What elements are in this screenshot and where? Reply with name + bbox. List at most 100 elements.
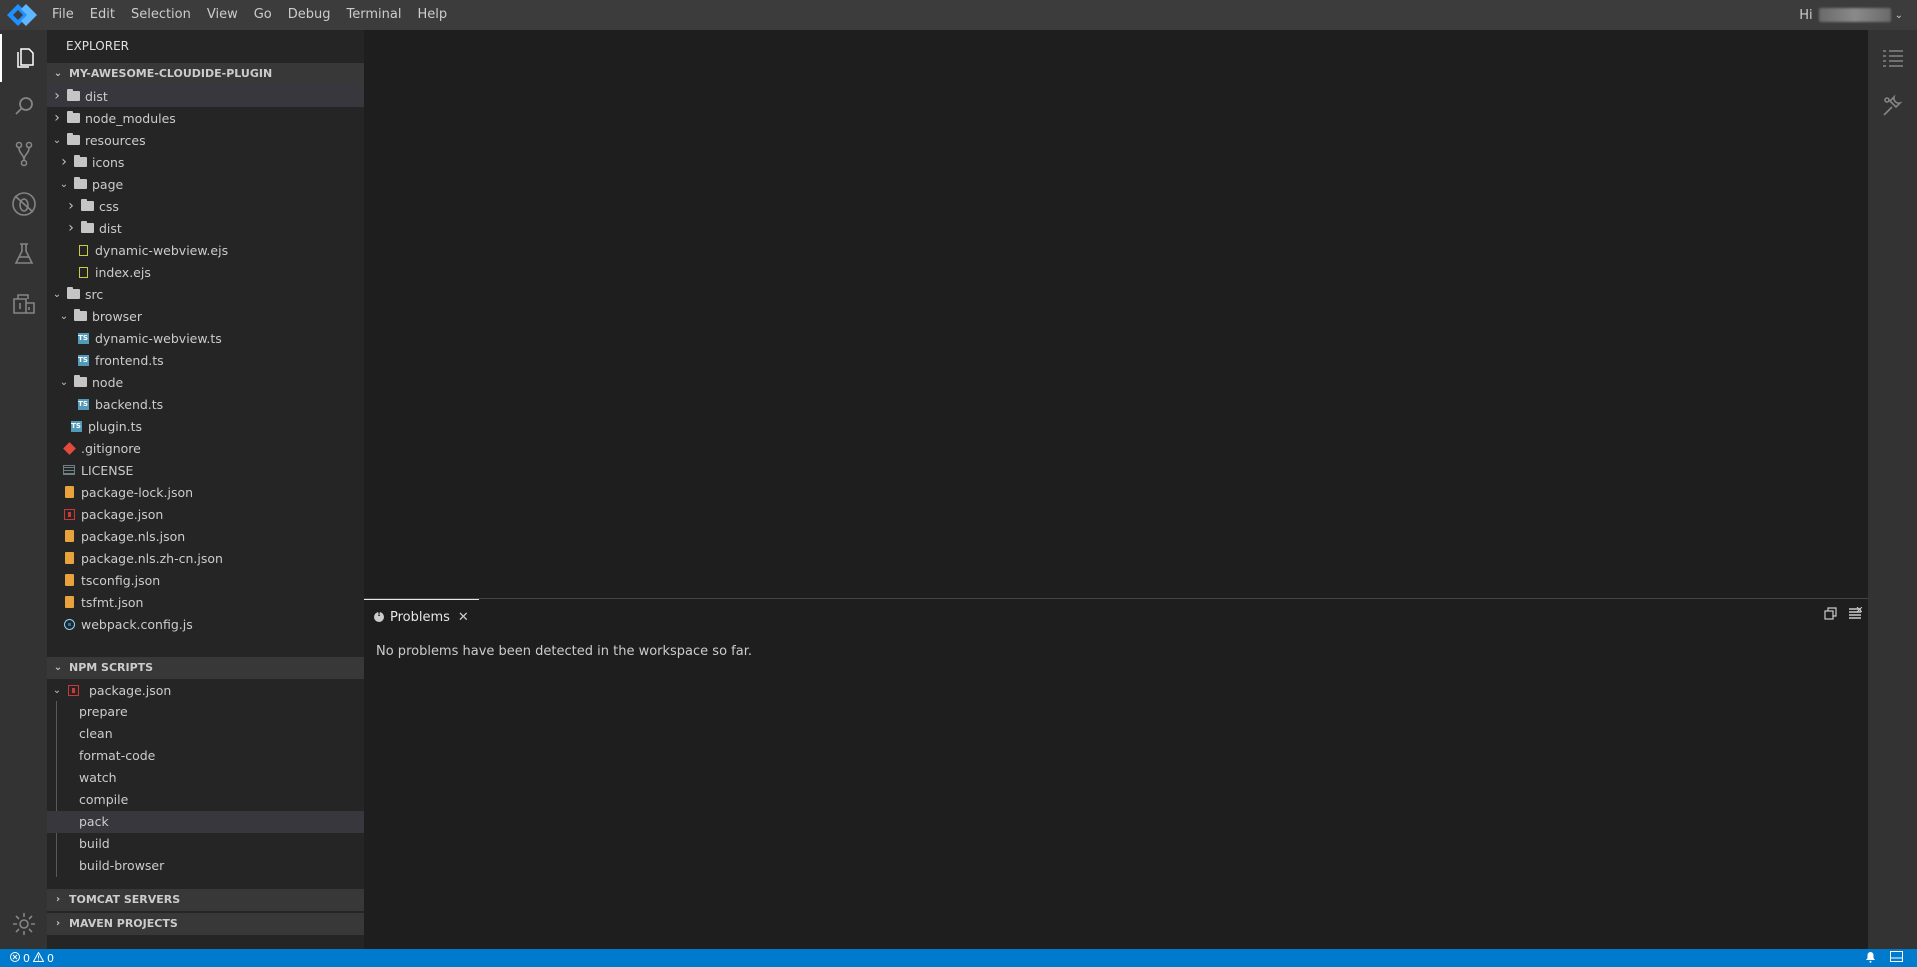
menu-help[interactable]: Help	[409, 0, 455, 30]
tree-item-label: tsfmt.json	[81, 594, 144, 610]
tree-file[interactable]: package.nls.zh-cn.json	[47, 547, 364, 569]
project-section-header[interactable]: ⌄ MY-AWESOME-CLOUDIDE-PLUGIN	[47, 63, 364, 85]
outline-list-icon[interactable]	[1868, 34, 1917, 82]
settings-gear-icon[interactable]	[0, 900, 47, 948]
tree-folder[interactable]: › node_modules	[47, 107, 364, 129]
tree-file[interactable]: package.nls.json	[47, 525, 364, 547]
tab-problems-label: Problems	[390, 609, 450, 625]
tab-problems[interactable]: Problems ✕	[364, 599, 479, 634]
tree-item-label: dist	[99, 220, 122, 236]
error-icon	[10, 951, 20, 965]
menu-view[interactable]: View	[199, 0, 246, 30]
tree-file[interactable]: webpack.config.js	[47, 613, 364, 635]
tree-file[interactable]: TS dynamic-webview.ts	[47, 327, 364, 349]
menu-file[interactable]: File	[44, 0, 82, 30]
tree-file[interactable]: index.ejs	[47, 261, 364, 283]
tree-folder[interactable]: ⌄ resources	[47, 129, 364, 151]
editor-area[interactable]	[364, 30, 1868, 598]
npm-scripts-title: NPM SCRIPTS	[69, 661, 154, 674]
folder-icon	[72, 177, 88, 191]
tree-item-label: package-lock.json	[81, 484, 194, 500]
npm-script-item[interactable]: clean	[47, 723, 364, 745]
npm-script-item[interactable]: prepare	[47, 701, 364, 723]
tools-icon[interactable]	[1868, 82, 1917, 130]
folder-icon	[72, 155, 88, 169]
json-file-icon	[61, 573, 77, 587]
tree-file[interactable]: LICENSE	[47, 459, 364, 481]
tree-file[interactable]: tsconfig.json	[47, 569, 364, 591]
tree-file[interactable]: TS backend.ts	[47, 393, 364, 415]
tree-file[interactable]: TS plugin.ts	[47, 415, 364, 437]
collapse-all-icon[interactable]	[1824, 607, 1838, 625]
extensions-icon[interactable]	[0, 280, 47, 328]
npm-script-item[interactable]: build	[47, 833, 364, 855]
bottom-panel: Problems ✕ No problems have been detecte…	[364, 598, 1868, 949]
activity-bar	[0, 30, 47, 949]
tomcat-section-header[interactable]: › TOMCAT SERVERS	[47, 889, 364, 911]
sidebar-title: EXPLORER	[66, 39, 129, 53]
menu-selection[interactable]: Selection	[123, 0, 199, 30]
tree-file[interactable]: .gitignore	[47, 437, 364, 459]
tree-item-label: dynamic-webview.ts	[95, 330, 222, 346]
tree-item-label: package.json	[81, 506, 164, 522]
tree-folder[interactable]: ⌄ src	[47, 283, 364, 305]
tree-folder[interactable]: › css	[47, 195, 364, 217]
tree-folder[interactable]: › dist	[47, 85, 364, 107]
greeting-text: Hi	[1799, 7, 1813, 23]
ejs-file-icon	[75, 243, 91, 257]
chevron-right-icon: ›	[68, 220, 74, 236]
toggle-panel-icon[interactable]	[1890, 951, 1903, 965]
problems-status[interactable]: 0 0	[0, 950, 54, 965]
npm-script-item[interactable]: compile	[47, 789, 364, 811]
typescript-file-icon: TS	[77, 332, 89, 344]
tree-item-label: LICENSE	[81, 462, 134, 478]
menu-go[interactable]: Go	[246, 0, 280, 30]
npm-scripts-section-header[interactable]: ⌄ NPM SCRIPTS	[47, 657, 364, 679]
source-control-icon[interactable]	[0, 130, 47, 178]
tree-file[interactable]: dynamic-webview.ejs	[47, 239, 364, 261]
tree-folder[interactable]: ⌄ page	[47, 173, 364, 195]
problems-message: No problems have been detected in the wo…	[376, 644, 752, 659]
chevron-down-icon: ⌄	[59, 376, 69, 388]
tree-file[interactable]: TS frontend.ts	[47, 349, 364, 371]
npm-script-item[interactable]: build-browser	[47, 855, 364, 877]
menu-edit[interactable]: Edit	[82, 0, 123, 30]
menu-terminal[interactable]: Terminal	[339, 0, 410, 30]
tree-file[interactable]: tsfmt.json	[47, 591, 364, 613]
tree-file[interactable]: package.json	[47, 503, 364, 525]
explorer-icon[interactable]	[0, 34, 47, 82]
bell-icon[interactable]	[1865, 951, 1876, 966]
tree-item-label: index.ejs	[95, 264, 151, 280]
status-bar: 0 0	[0, 949, 1917, 967]
clear-filter-icon[interactable]	[1848, 606, 1863, 625]
tree-item-label: src	[85, 286, 104, 302]
tree-item-label: plugin.ts	[88, 418, 143, 434]
npm-package-row[interactable]: ⌄ package.json	[47, 679, 364, 701]
search-icon[interactable]	[0, 82, 47, 130]
npm-script-item[interactable]: watch	[47, 767, 364, 789]
close-icon[interactable]: ✕	[458, 610, 469, 625]
tree-folder[interactable]: ⌄ browser	[47, 305, 364, 327]
folder-icon	[65, 89, 81, 103]
maven-title: MAVEN PROJECTS	[69, 917, 178, 930]
tree-item-label: .gitignore	[81, 440, 141, 456]
menu-debug[interactable]: Debug	[280, 0, 339, 30]
tree-folder[interactable]: › dist	[47, 217, 364, 239]
npm-script-item[interactable]: format-code	[47, 745, 364, 767]
tree-folder[interactable]: ⌄ node	[47, 371, 364, 393]
tree-item-label: dist	[85, 88, 108, 104]
debug-icon[interactable]	[0, 180, 47, 228]
tree-folder[interactable]: › icons	[47, 151, 364, 173]
user-menu[interactable]: Hi ⌄	[1799, 0, 1903, 30]
folder-icon	[72, 309, 88, 323]
test-flask-icon[interactable]	[0, 230, 47, 278]
npm-script-item[interactable]: pack	[47, 811, 364, 833]
project-name: MY-AWESOME-CLOUDIDE-PLUGIN	[69, 67, 273, 80]
chevron-down-icon: ⌄	[52, 684, 62, 696]
tree-item-label: node_modules	[85, 110, 176, 126]
tree-file[interactable]: package-lock.json	[47, 481, 364, 503]
folder-icon	[65, 133, 81, 147]
maven-section-header[interactable]: › MAVEN PROJECTS	[47, 913, 364, 935]
chevron-down-icon: ⌄	[52, 288, 62, 300]
npm-icon	[61, 507, 77, 521]
